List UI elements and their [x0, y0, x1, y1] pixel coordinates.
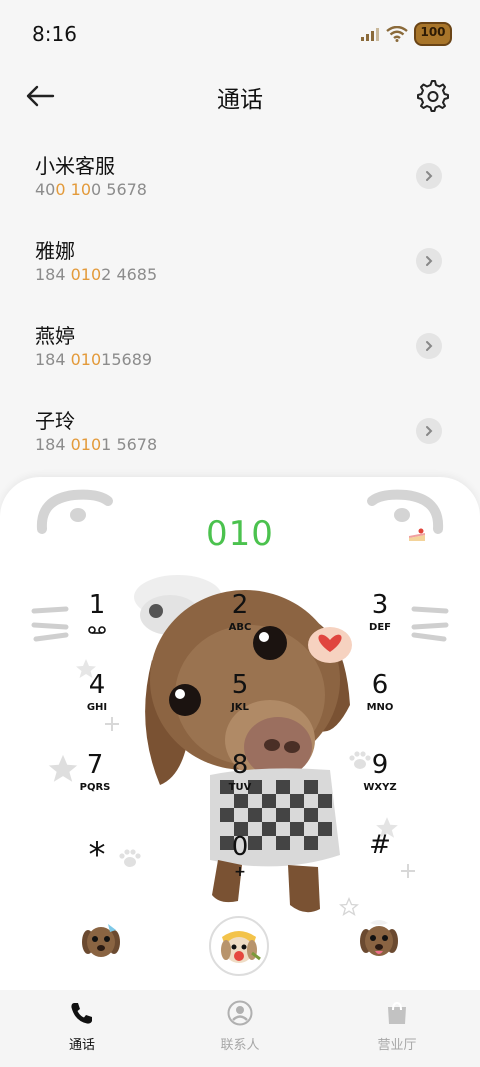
dog-call-icon	[221, 931, 261, 963]
key-letters: GHI	[86, 702, 108, 713]
key-letters: ABC	[228, 622, 252, 633]
key-digit: 0	[231, 832, 249, 862]
contact-name: 雅娜	[35, 239, 75, 263]
header: 通话	[0, 64, 480, 128]
key-letters: DEF	[369, 622, 391, 633]
key-2[interactable]: 2 ABC	[195, 590, 285, 660]
key-7[interactable]: 7 PQRS	[50, 750, 140, 820]
voicemail-icon	[88, 626, 106, 634]
nav-label: 联系人	[220, 1038, 260, 1053]
status-time: 8:16	[32, 22, 77, 46]
key-letters: WXYZ	[363, 782, 397, 793]
key-digit: 3	[371, 590, 389, 620]
dog-face-icon	[82, 924, 120, 957]
call-button[interactable]	[209, 916, 269, 976]
key-letters: JKL	[231, 702, 249, 713]
dialed-number: 010	[206, 514, 274, 554]
settings-button[interactable]	[414, 78, 450, 114]
contact-number: 184 01015689	[35, 350, 153, 369]
contact-number: 184 0102 4685	[35, 265, 158, 284]
key-6[interactable]: 6 MNO	[335, 670, 425, 740]
gear-icon	[417, 80, 449, 112]
contact-detail-button[interactable]	[416, 333, 442, 359]
page-title: 通话	[217, 87, 263, 113]
contact-detail-button[interactable]	[416, 163, 442, 189]
signal-icon	[361, 28, 379, 41]
key-digit: 1	[88, 590, 106, 620]
key-letters: PQRS	[79, 782, 111, 793]
status-bar: 8:16 100	[0, 0, 480, 64]
key-digit: 2	[231, 590, 249, 620]
contact-number: 400 100 5678	[35, 180, 147, 199]
contact-detail-button[interactable]	[416, 418, 442, 444]
contact-name: 子玲	[35, 409, 75, 433]
key-star[interactable]: *	[52, 835, 142, 910]
key-3[interactable]: 3 DEF	[335, 590, 425, 660]
key-0[interactable]: 0 +	[195, 832, 285, 902]
contact-detail-button[interactable]	[416, 248, 442, 274]
key-1[interactable]: 1	[52, 590, 142, 660]
key-digit: 6	[371, 670, 389, 700]
contact-row[interactable]: 雅娜 184 0102 4685	[0, 219, 480, 304]
battery-icon: 100	[414, 22, 452, 46]
chevron-right-icon	[426, 256, 433, 266]
dog-face-icon	[360, 920, 398, 956]
contact-name: 小米客服	[35, 154, 115, 178]
call-list: 小米客服 400 100 5678 雅娜 184 0102 4685 燕婷 18…	[0, 134, 480, 474]
key-digit: 9	[371, 750, 389, 780]
nav-item-calls[interactable]: 通话	[32, 1000, 132, 1053]
phone-icon	[71, 1003, 92, 1024]
key-digit: 5	[231, 670, 249, 700]
contact-row[interactable]: 小米客服 400 100 5678	[0, 134, 480, 219]
contact-icon	[227, 1000, 253, 1026]
nav-label: 营业厅	[377, 1038, 417, 1053]
dog-sticker-left-button[interactable]	[80, 920, 122, 962]
key-9[interactable]: 9 WXYZ	[335, 750, 425, 820]
chevron-right-icon	[426, 171, 433, 181]
key-hash[interactable]: #	[335, 830, 425, 900]
key-4[interactable]: 4 GHI	[52, 670, 142, 740]
key-digit: 4	[88, 670, 106, 700]
key-digit: 8	[231, 750, 249, 780]
key-digit: *	[88, 835, 106, 875]
chevron-right-icon	[426, 426, 433, 436]
nav-item-service-hall[interactable]: 营业厅	[347, 1000, 447, 1053]
status-icons: 100	[360, 22, 452, 46]
contact-number: 184 0101 5678	[35, 435, 158, 454]
contact-row[interactable]: 子玲 184 0101 5678	[0, 389, 480, 474]
contact-row[interactable]: 燕婷 184 01015689	[0, 304, 480, 389]
key-digit: #	[369, 830, 391, 860]
key-5[interactable]: 5 JKL	[195, 670, 285, 740]
chevron-right-icon	[426, 341, 433, 351]
shopping-bag-icon	[388, 1001, 406, 1024]
key-digit: 7	[86, 750, 104, 780]
key-letters: MNO	[366, 702, 394, 713]
star-outline-icon	[339, 897, 359, 916]
dog-sticker-right-button[interactable]	[358, 917, 400, 959]
battery-level: 100	[420, 25, 446, 39]
wifi-icon	[386, 26, 408, 42]
key-8[interactable]: 8 TUV	[195, 750, 285, 820]
nav-item-contacts[interactable]: 联系人	[190, 1000, 290, 1053]
contact-name: 燕婷	[35, 324, 75, 348]
bottom-nav: 通话 联系人 营业厅	[0, 990, 480, 1067]
key-letters: +	[234, 864, 246, 880]
key-letters: TUV	[228, 782, 252, 793]
nav-label: 通话	[68, 1038, 95, 1053]
